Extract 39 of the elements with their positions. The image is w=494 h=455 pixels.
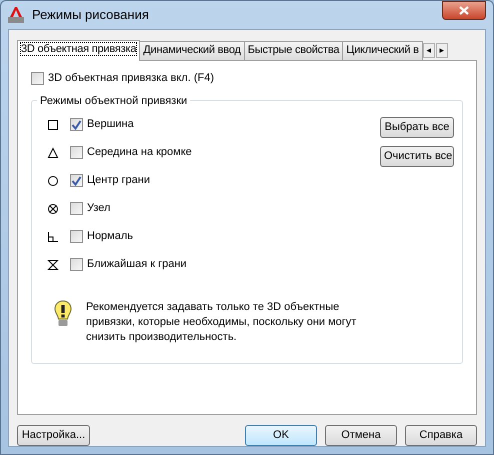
dialog-button[interactable]: Настройка... [17, 425, 90, 446]
app-icon [8, 7, 26, 23]
checkbox-label[interactable]: 3D объектная привязка вкл. (F4) [48, 70, 214, 86]
lightbulb-icon [54, 300, 72, 328]
tab-scroll-button[interactable]: ▸ [436, 43, 448, 58]
group-title: Режимы объектной привязки [37, 92, 190, 109]
checkbox[interactable] [31, 72, 44, 85]
tab[interactable]: Быстрые свойства [244, 41, 344, 60]
checkbox[interactable] [70, 202, 83, 215]
checkbox[interactable] [70, 230, 83, 243]
perpendicular-icon [47, 230, 59, 242]
checkbox-label[interactable]: Нормаль [87, 228, 134, 245]
circle-icon [47, 174, 59, 186]
checkbox[interactable] [70, 146, 83, 159]
dialog-button[interactable]: Отмена [325, 425, 397, 446]
checkbox[interactable] [70, 174, 83, 187]
checkbox[interactable] [70, 118, 83, 131]
checkbox-label[interactable]: Вершина [87, 116, 134, 133]
tab[interactable]: Циклический в [342, 41, 423, 60]
checkbox-label[interactable]: Центр грани [87, 172, 150, 189]
dialog-button[interactable]: Справка [405, 425, 477, 446]
dialog-button[interactable]: OK [245, 425, 317, 446]
close-button[interactable] [442, 1, 486, 20]
hourglass-icon [47, 258, 59, 270]
window-title: Режимы рисования [32, 6, 149, 24]
square-icon [47, 118, 59, 130]
checkbox[interactable] [70, 258, 83, 271]
tab[interactable]: 3D объектная привязка [17, 40, 140, 61]
action-button[interactable]: Выбрать все [380, 116, 454, 138]
hint-text: Рекомендуется задавать только те 3D объектные привязки, которые необходимы, поскольку они могут снизить производительность. [86, 300, 358, 344]
close-icon [459, 6, 469, 15]
action-button[interactable]: Очистить все [380, 146, 454, 166]
tab-scroll-button[interactable]: ◂ [422, 43, 435, 58]
checkbox-label[interactable]: Середина на кромке [87, 144, 192, 161]
checkbox-label[interactable]: Ближайшая к грани [87, 256, 187, 273]
triangle-icon [47, 146, 59, 158]
checkbox-label[interactable]: Узел [87, 200, 110, 217]
crossed-circle-icon [47, 202, 59, 214]
tab[interactable]: Динамический ввод [139, 41, 245, 60]
